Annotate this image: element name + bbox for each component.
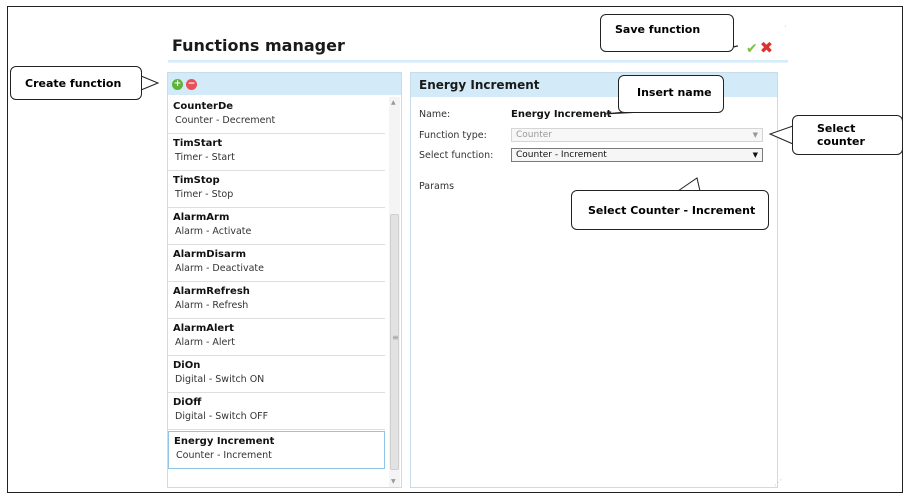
callout-insert-name: Insert name: [618, 75, 724, 113]
counter-callout-pointer: [768, 125, 794, 145]
create-callout-pointer: [140, 75, 160, 91]
callout-select-counter-increment: Select Counter - Increment: [571, 190, 769, 230]
callout-save-function: Save function: [600, 14, 734, 52]
callout-select-counter: Select counter: [792, 115, 903, 155]
callout-create-function: Create function: [10, 66, 142, 100]
